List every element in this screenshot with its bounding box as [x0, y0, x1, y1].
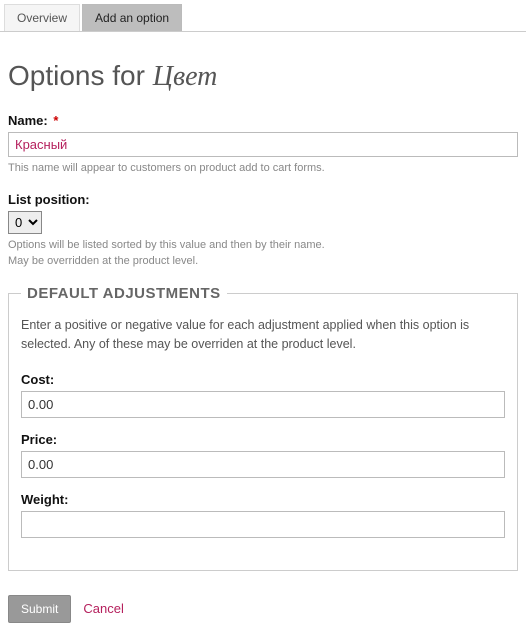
list-position-help-line2: May be overridden at the product level.: [8, 254, 518, 269]
name-input[interactable]: [8, 132, 518, 157]
page-title: Options for Цвет: [8, 60, 518, 93]
price-label: Price:: [21, 432, 505, 447]
tab-overview[interactable]: Overview: [4, 4, 80, 31]
field-list-position: List position: 0 Options will be listed …: [8, 192, 518, 269]
required-asterisk: *: [53, 113, 58, 128]
name-label-text: Name:: [8, 113, 48, 128]
list-position-label: List position:: [8, 192, 518, 207]
cost-label: Cost:: [21, 372, 505, 387]
weight-input[interactable]: [21, 511, 505, 538]
tab-add-option[interactable]: Add an option: [82, 4, 182, 31]
list-position-help-line1: Options will be listed sorted by this va…: [8, 238, 518, 253]
adjustments-description: Enter a positive or negative value for e…: [21, 316, 505, 354]
form-actions: Submit Cancel: [8, 595, 518, 623]
cancel-link[interactable]: Cancel: [83, 601, 123, 616]
title-option-name: Цвет: [153, 61, 218, 92]
field-price: Price:: [21, 432, 505, 478]
name-label: Name: *: [8, 113, 518, 128]
tabs: Overview Add an option: [0, 0, 526, 32]
field-name: Name: * This name will appear to custome…: [8, 113, 518, 176]
list-position-select[interactable]: 0: [8, 211, 42, 234]
title-prefix: Options for: [8, 60, 153, 91]
weight-label: Weight:: [21, 492, 505, 507]
field-weight: Weight:: [21, 492, 505, 538]
default-adjustments-fieldset: DEFAULT ADJUSTMENTS Enter a positive or …: [8, 285, 518, 571]
default-adjustments-legend: DEFAULT ADJUSTMENTS: [21, 285, 227, 302]
field-cost: Cost:: [21, 372, 505, 418]
submit-button[interactable]: Submit: [8, 595, 71, 623]
list-position-help: Options will be listed sorted by this va…: [8, 238, 518, 269]
page-body: Options for Цвет Name: * This name will …: [0, 32, 526, 643]
cost-input[interactable]: [21, 391, 505, 418]
name-help: This name will appear to customers on pr…: [8, 161, 518, 176]
price-input[interactable]: [21, 451, 505, 478]
